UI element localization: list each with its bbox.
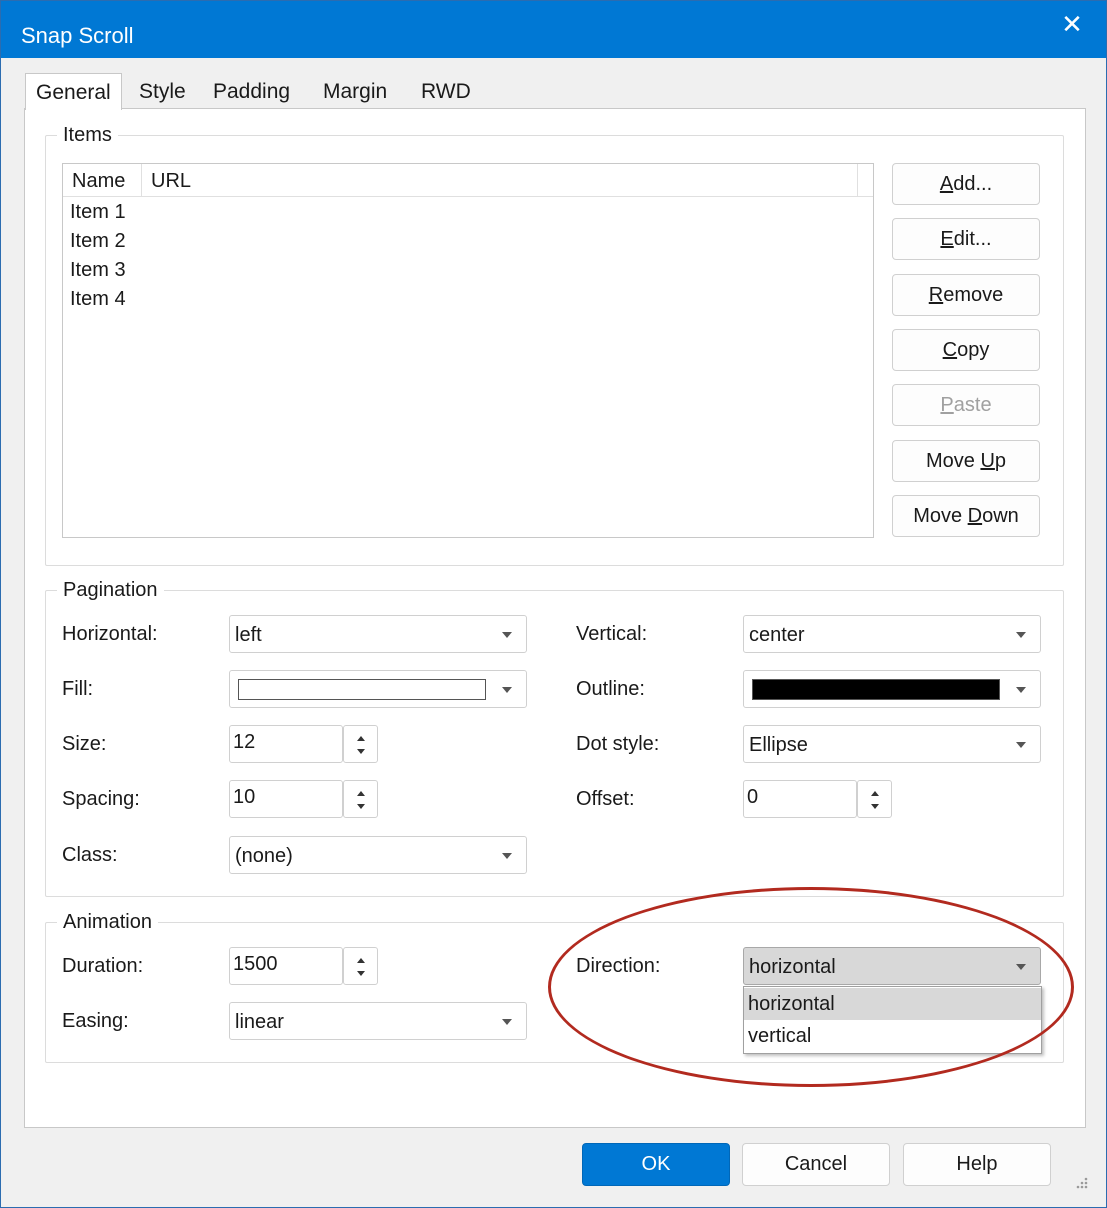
window-title: Snap Scroll [21, 23, 134, 48]
horizontal-label: Horizontal: [62, 623, 158, 645]
spin-down-icon[interactable] [871, 804, 879, 809]
offset-stepper[interactable] [857, 780, 892, 818]
horizontal-select-value: left [235, 624, 262, 646]
items-group-label: Items [57, 124, 118, 147]
offset-label: Offset: [576, 788, 635, 810]
duration-label: Duration: [62, 955, 144, 977]
fill-color-select[interactable] [229, 670, 527, 708]
direction-label: Direction: [576, 955, 661, 977]
spacing-stepper[interactable] [343, 780, 378, 818]
easing-select-value: linear [235, 1011, 284, 1033]
offset-input-value: 0 [747, 786, 759, 808]
tab-margin[interactable]: Margin [313, 73, 397, 110]
chevron-down-icon [502, 687, 512, 693]
dot-style-select-value: Ellipse [749, 734, 808, 756]
chevron-down-icon [502, 1019, 512, 1025]
duration-input[interactable]: 1500 [229, 947, 343, 985]
title-bar: Snap Scroll ✕ [1, 1, 1106, 58]
spacing-label: Spacing: [62, 788, 140, 810]
snap-scroll-dialog: Snap Scroll ✕ General Style Padding Marg… [0, 0, 1107, 1208]
direction-select-value: horizontal [749, 956, 836, 978]
outline-label: Outline: [576, 678, 645, 700]
vertical-label: Vertical: [576, 623, 648, 645]
class-label: Class: [62, 844, 118, 866]
size-stepper[interactable] [343, 725, 378, 763]
remove-button[interactable]: Remove [892, 274, 1040, 316]
spin-up-icon[interactable] [871, 791, 879, 796]
move-up-button[interactable]: Move Up [892, 440, 1040, 482]
help-button[interactable]: Help [903, 1143, 1051, 1186]
dot-style-select[interactable]: Ellipse [743, 725, 1041, 763]
vertical-select[interactable]: center [743, 615, 1041, 653]
tab-rwd[interactable]: RWD [411, 73, 481, 110]
spin-up-icon[interactable] [357, 958, 365, 963]
items-list[interactable]: Name URL Item 1 Item 2 Item 3 Item 4 [62, 163, 874, 538]
add-button[interactable]: Add... [892, 163, 1040, 205]
fill-color-swatch [238, 679, 486, 700]
duration-stepper[interactable] [343, 947, 378, 985]
duration-input-value: 1500 [233, 953, 278, 975]
spin-up-icon[interactable] [357, 791, 365, 796]
edit-button[interactable]: Edit... [892, 218, 1040, 260]
outline-color-swatch [752, 679, 1000, 700]
easing-label: Easing: [62, 1010, 129, 1032]
easing-select[interactable]: linear [229, 1002, 527, 1040]
list-item[interactable]: Item 2 [70, 227, 126, 255]
direction-dropdown-list: horizontal vertical [743, 986, 1042, 1054]
items-list-header: Name URL [63, 164, 873, 197]
chevron-down-icon [1016, 632, 1026, 638]
tab-padding[interactable]: Padding [203, 73, 300, 110]
list-item[interactable]: Item 1 [70, 198, 126, 226]
dot-style-label: Dot style: [576, 733, 660, 755]
offset-input[interactable]: 0 [743, 780, 857, 818]
cancel-button[interactable]: Cancel [742, 1143, 890, 1186]
spin-down-icon[interactable] [357, 971, 365, 976]
outline-color-select[interactable] [743, 670, 1041, 708]
animation-group-label: Animation [57, 911, 158, 934]
tab-style[interactable]: Style [129, 73, 196, 110]
ok-button[interactable]: OK [582, 1143, 730, 1186]
spacing-input-value: 10 [233, 786, 256, 808]
class-select-value: (none) [235, 845, 293, 867]
close-icon[interactable]: ✕ [1051, 9, 1093, 39]
size-input-value: 12 [233, 731, 256, 753]
spacing-input[interactable]: 10 [229, 780, 343, 818]
tab-general[interactable]: General [25, 73, 122, 110]
chevron-down-icon [1016, 687, 1026, 693]
fill-label: Fill: [62, 678, 94, 700]
column-header-name[interactable]: Name [63, 164, 142, 197]
copy-button[interactable]: Copy [892, 329, 1040, 371]
chevron-down-icon [1016, 742, 1026, 748]
list-item[interactable]: Item 4 [70, 285, 126, 313]
list-item[interactable]: Item 3 [70, 256, 126, 284]
class-select[interactable]: (none) [229, 836, 527, 874]
chevron-down-icon [502, 853, 512, 859]
pagination-group-label: Pagination [57, 579, 164, 602]
resize-grip-icon[interactable] [1073, 1176, 1093, 1196]
size-input[interactable]: 12 [229, 725, 343, 763]
direction-select[interactable]: horizontal [743, 947, 1041, 985]
direction-option-vertical[interactable]: vertical [744, 1020, 1041, 1052]
spin-down-icon[interactable] [357, 749, 365, 754]
paste-button[interactable]: Paste [892, 384, 1040, 426]
size-label: Size: [62, 733, 107, 755]
chevron-down-icon [502, 632, 512, 638]
horizontal-select[interactable]: left [229, 615, 527, 653]
direction-option-horizontal[interactable]: horizontal [744, 988, 1041, 1020]
move-down-button[interactable]: Move Down [892, 495, 1040, 537]
chevron-down-icon [1016, 964, 1026, 970]
column-header-url[interactable]: URL [142, 164, 858, 197]
spin-up-icon[interactable] [357, 736, 365, 741]
spin-down-icon[interactable] [357, 804, 365, 809]
vertical-select-value: center [749, 624, 805, 646]
